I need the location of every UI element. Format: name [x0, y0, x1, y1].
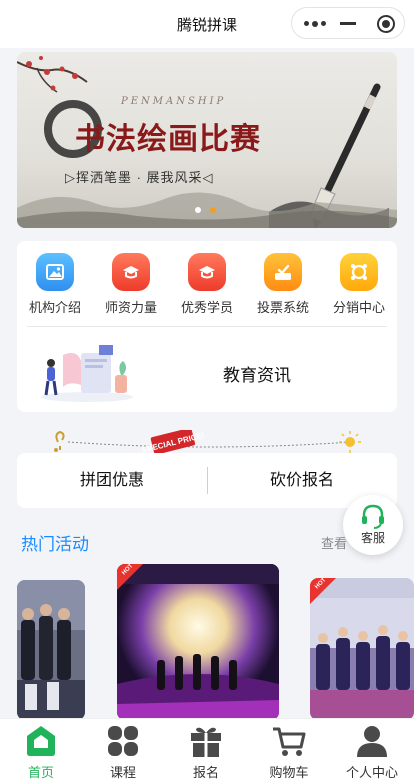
- education-news-illustration: [41, 345, 133, 402]
- menu-label: 投票系统: [256, 300, 309, 315]
- plum-blossom-decoration: [17, 56, 88, 93]
- cart-icon: [273, 727, 306, 756]
- menu-card: 机构介绍 师资力量 优秀学员 投票系统 分销中心 教育资讯: [17, 241, 397, 412]
- menu-label: 分销中心: [332, 300, 385, 315]
- education-news-link[interactable]: 教育资讯: [187, 361, 327, 386]
- tab-label: 首页: [27, 765, 54, 780]
- menu-label: 师资力量: [104, 300, 157, 315]
- student-icon: [188, 253, 226, 291]
- minimize-icon[interactable]: [340, 22, 356, 25]
- banner-en-text: PENMANSHIP: [121, 96, 227, 107]
- customer-service-label: 客服: [360, 531, 385, 545]
- group-buy-button[interactable]: 拼团优惠: [17, 453, 207, 508]
- tab-cart[interactable]: 购物车: [248, 719, 330, 780]
- activity-card[interactable]: [17, 580, 85, 720]
- hot-activities-title: 热门活动: [21, 535, 89, 554]
- tab-label: 购物车: [269, 765, 309, 780]
- menu-item-distribution[interactable]: 分销中心: [321, 253, 397, 315]
- hot-badge: HOT: [310, 578, 336, 604]
- bottom-tab-bar: 首页 课程 报名 购物车 个人中心: [0, 718, 414, 780]
- customer-service-button[interactable]: 客服: [343, 495, 403, 555]
- tab-profile[interactable]: 个人中心: [331, 719, 413, 780]
- tab-home[interactable]: 首页: [0, 719, 82, 780]
- image-icon: [36, 253, 74, 291]
- gift-icon: [191, 727, 221, 757]
- activity-card[interactable]: HOT: [117, 564, 279, 720]
- close-target-icon[interactable]: [377, 15, 395, 33]
- top-bar: 腾锐拼课: [0, 0, 414, 48]
- tab-label: 报名: [192, 765, 219, 780]
- banner-dot-active[interactable]: [210, 207, 216, 213]
- headset-icon: [362, 504, 384, 529]
- user-icon: [357, 726, 387, 757]
- activity-card[interactable]: HOT: [310, 578, 414, 720]
- teacher-icon: [112, 253, 150, 291]
- grid-icon: [108, 726, 138, 756]
- banner-dot[interactable]: [195, 207, 201, 213]
- mini-program-capsule: [291, 7, 405, 39]
- view-all-link[interactable]: 查看: [321, 533, 347, 552]
- distribution-icon: [340, 253, 378, 291]
- tab-label: 课程: [109, 765, 136, 780]
- menu-item-students[interactable]: 优秀学员: [169, 253, 245, 315]
- home-icon: [27, 726, 55, 756]
- menu-item-voting[interactable]: 投票系统: [245, 253, 321, 315]
- tab-courses[interactable]: 课程: [82, 719, 164, 780]
- menu-item-teachers[interactable]: 师资力量: [93, 253, 169, 315]
- ink-mountains-decoration: [17, 192, 397, 228]
- hot-badge: HOT: [117, 564, 143, 590]
- activity-photo: [17, 580, 85, 720]
- hero-banner[interactable]: PENMANSHIP 书法绘画比赛 ▷挥洒笔墨 · 展我风采◁: [17, 52, 397, 228]
- more-options-icon[interactable]: [304, 20, 326, 27]
- menu-divider: [27, 326, 387, 327]
- promo-card: 拼团优惠 砍价报名: [17, 453, 397, 508]
- tab-signup[interactable]: 报名: [165, 719, 247, 780]
- banner-title: 书法绘画比赛: [75, 122, 261, 157]
- menu-label: 机构介绍: [28, 300, 81, 315]
- menu-item-institution[interactable]: 机构介绍: [17, 253, 93, 315]
- vote-icon: [264, 253, 302, 291]
- tab-label: 个人中心: [345, 765, 398, 780]
- menu-label: 优秀学员: [180, 300, 233, 315]
